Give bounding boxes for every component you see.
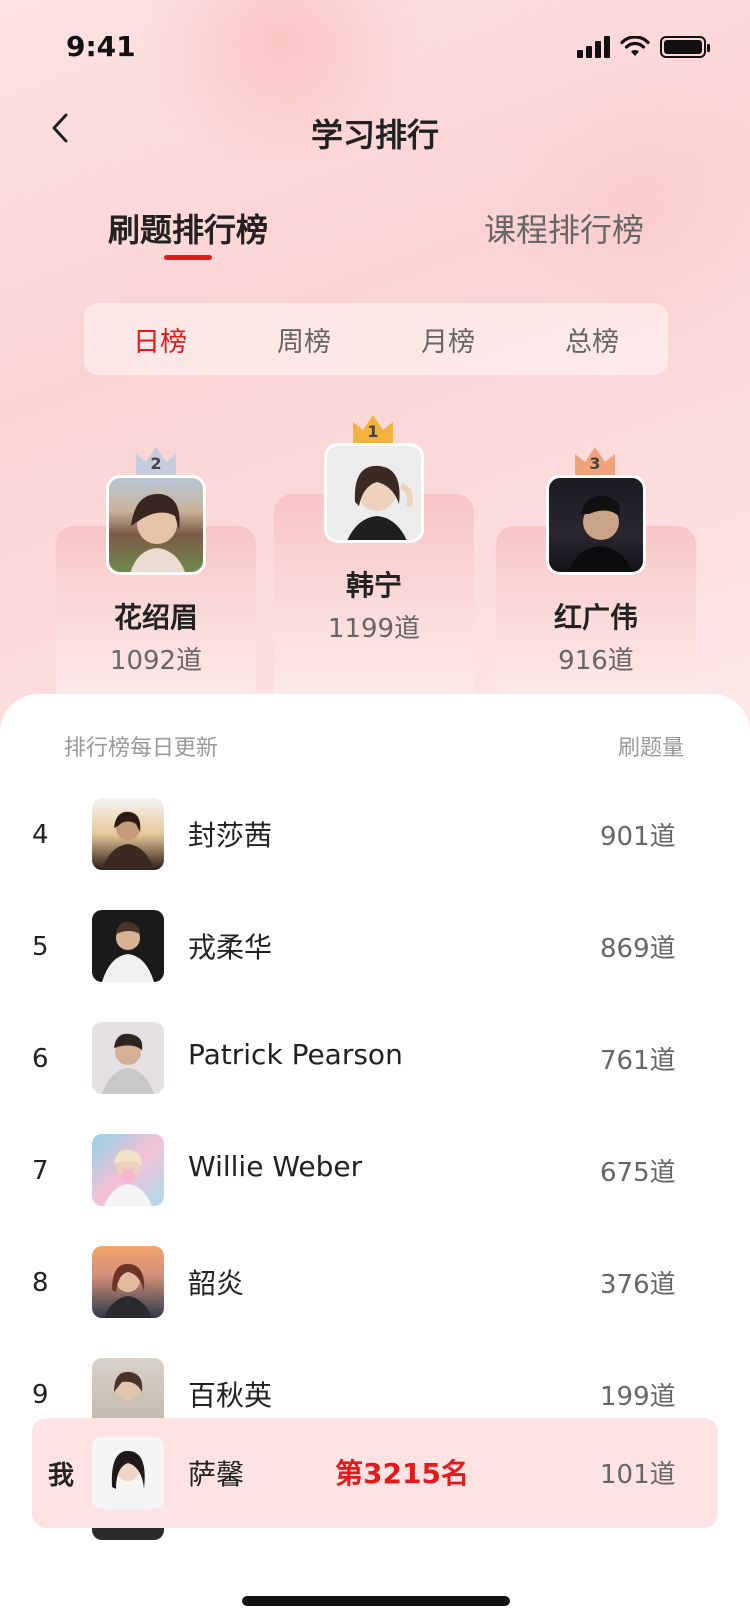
list-column-header: 刷题量 bbox=[617, 736, 684, 761]
list-item[interactable]: 4 封莎茜 901道 bbox=[0, 798, 750, 910]
period-segmented-control: 日榜 周榜 月榜 总榜 bbox=[84, 303, 668, 375]
rank-number: 7 bbox=[32, 1156, 49, 1186]
rank-1-number: 1 bbox=[367, 422, 379, 441]
tab-course-ranking[interactable]: 课程排行榜 bbox=[484, 205, 644, 251]
podium-third-name: 红广伟 bbox=[553, 601, 638, 634]
avatar-first[interactable] bbox=[324, 443, 424, 543]
avatar-second[interactable] bbox=[106, 475, 206, 575]
user-name: 百秋英 bbox=[188, 1379, 273, 1412]
active-tab-indicator bbox=[164, 255, 212, 260]
user-name: Patrick Pearson bbox=[188, 1038, 403, 1071]
avatar bbox=[92, 1134, 164, 1206]
rank-2-number: 2 bbox=[150, 454, 162, 473]
page-title: 学习排行 bbox=[310, 116, 439, 154]
rank-number: 8 bbox=[32, 1268, 49, 1298]
avatar bbox=[92, 1528, 164, 1540]
rank-number: 4 bbox=[32, 820, 49, 850]
user-name: Willie Weber bbox=[188, 1150, 363, 1183]
my-rank-bar[interactable]: 我 萨馨 第3215名 101道 bbox=[32, 1418, 718, 1528]
avatar-third[interactable] bbox=[546, 475, 646, 575]
list-item[interactable]: 6 Patrick Pearson 761道 bbox=[0, 1022, 750, 1134]
question-count: 376道 bbox=[600, 1270, 676, 1300]
list-item[interactable]: 7 Willie Weber 675道 bbox=[0, 1134, 750, 1246]
battery-icon bbox=[660, 36, 710, 58]
list-item[interactable]: 5 戎柔华 869道 bbox=[0, 910, 750, 1022]
tab-question-ranking[interactable]: 刷题排行榜 bbox=[108, 205, 268, 251]
podium-third-count: 916道 bbox=[558, 646, 634, 676]
segment-weekly[interactable]: 周榜 bbox=[234, 309, 374, 369]
my-name: 萨馨 bbox=[188, 1458, 245, 1491]
my-question-count: 101道 bbox=[600, 1460, 676, 1490]
question-count: 199道 bbox=[600, 1382, 676, 1412]
avatar bbox=[92, 798, 164, 870]
rank-number: 6 bbox=[32, 1044, 49, 1074]
segment-total[interactable]: 总榜 bbox=[522, 309, 662, 369]
segment-monthly[interactable]: 月榜 bbox=[378, 309, 518, 369]
podium-first-count: 1199道 bbox=[327, 614, 421, 644]
rank-number: 5 bbox=[32, 932, 49, 962]
my-avatar bbox=[92, 1437, 164, 1509]
user-name: 韶炎 bbox=[188, 1267, 245, 1300]
podium-second-count: 1092道 bbox=[109, 646, 203, 676]
avatar bbox=[92, 1246, 164, 1318]
rank-3-number: 3 bbox=[589, 454, 601, 473]
list-update-note: 排行榜每日更新 bbox=[64, 736, 219, 761]
podium-first-name: 韩宁 bbox=[345, 569, 402, 602]
segment-daily[interactable]: 日榜 bbox=[90, 309, 230, 369]
status-icons bbox=[577, 36, 710, 58]
question-count: 901道 bbox=[600, 822, 676, 852]
podium-second-name: 花绍眉 bbox=[113, 601, 198, 634]
question-count: 761道 bbox=[600, 1046, 676, 1076]
status-time: 9:41 bbox=[66, 30, 136, 63]
question-count: 675道 bbox=[600, 1158, 676, 1188]
avatar bbox=[92, 910, 164, 982]
signal-icon bbox=[577, 36, 610, 58]
avatar bbox=[92, 1022, 164, 1094]
home-indicator bbox=[242, 1596, 510, 1606]
rank-number: 9 bbox=[32, 1380, 49, 1410]
list-item[interactable]: 8 韶炎 376道 bbox=[0, 1246, 750, 1358]
question-count: 869道 bbox=[600, 934, 676, 964]
wifi-icon bbox=[620, 36, 650, 56]
my-rank-position: 第3215名 bbox=[335, 1457, 469, 1490]
user-name: 封莎茜 bbox=[188, 819, 273, 852]
me-label: 我 bbox=[48, 1461, 75, 1491]
user-name: 戎柔华 bbox=[188, 931, 273, 964]
